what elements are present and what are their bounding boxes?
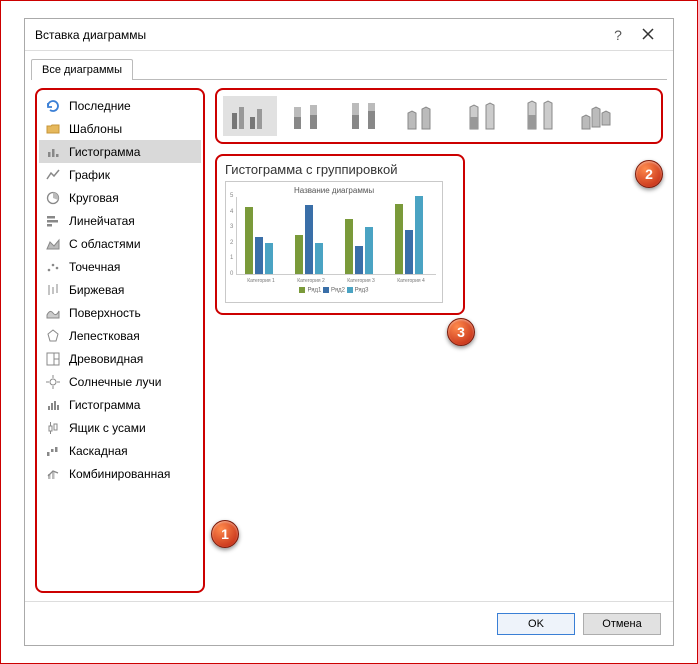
callout-1: 1 — [211, 520, 239, 548]
subtype-100stacked-column[interactable] — [339, 96, 393, 136]
category-label: Солнечные лучи — [69, 375, 161, 389]
insert-chart-dialog: Вставка диаграммы ? Все диаграммы Послед… — [24, 18, 674, 646]
surface-chart-icon — [45, 305, 61, 321]
category-line[interactable]: График — [39, 163, 201, 186]
subtype-3d-clustered-column[interactable] — [397, 96, 451, 136]
category-label: График — [69, 168, 110, 182]
category-label: С областями — [69, 237, 141, 251]
help-button[interactable]: ? — [603, 27, 633, 43]
subtype-3d-100stacked-column[interactable] — [513, 96, 567, 136]
category-label: Комбинированная — [69, 467, 170, 481]
ok-button[interactable]: OK — [497, 613, 575, 635]
chart-plot-area: 012345Категория 1Категория 2Категория 3К… — [236, 197, 436, 275]
area-chart-icon — [45, 236, 61, 252]
chart-preview[interactable]: Название диаграммы 012345Категория 1Кате… — [225, 181, 443, 303]
category-label: Ящик с усами — [69, 421, 146, 435]
category-label: Гистограмма — [69, 398, 140, 412]
category-surface[interactable]: Поверхность — [39, 301, 201, 324]
category-histogram[interactable]: Гистограмма — [39, 140, 201, 163]
category-stock[interactable]: Биржевая — [39, 278, 201, 301]
radar-chart-icon — [45, 328, 61, 344]
recent-icon — [45, 98, 61, 114]
category-area[interactable]: С областями — [39, 232, 201, 255]
cancel-button[interactable]: Отмена — [583, 613, 661, 635]
scatter-chart-icon — [45, 259, 61, 275]
tab-all-charts[interactable]: Все диаграммы — [31, 59, 133, 80]
category-waterfall[interactable]: Каскадная — [39, 439, 201, 462]
subtype-clustered-column[interactable] — [223, 96, 277, 136]
category-pie[interactable]: Круговая — [39, 186, 201, 209]
column-chart-icon — [45, 144, 61, 160]
category-label: Точечная — [69, 260, 120, 274]
boxwhisker-chart-icon — [45, 420, 61, 436]
dialog-title: Вставка диаграммы — [35, 28, 603, 42]
tab-row: Все диаграммы — [25, 51, 673, 79]
category-label: Шаблоны — [69, 122, 122, 136]
category-list: Последние Шаблоны Гистограмма График — [35, 88, 205, 593]
waterfall-chart-icon — [45, 443, 61, 459]
preview-heading: Гистограмма с группировкой — [225, 162, 455, 177]
callout-2: 2 — [635, 160, 663, 188]
subtype-row — [215, 88, 663, 144]
category-treemap[interactable]: Древовидная — [39, 347, 201, 370]
preview-area: Гистограмма с группировкой Название диаг… — [215, 154, 465, 315]
subtype-3d-column[interactable] — [571, 96, 625, 136]
histogram-icon — [45, 397, 61, 413]
combo-chart-icon — [45, 466, 61, 482]
pie-chart-icon — [45, 190, 61, 206]
category-label: Гистограмма — [69, 145, 140, 159]
sunburst-chart-icon — [45, 374, 61, 390]
category-sunburst[interactable]: Солнечные лучи — [39, 370, 201, 393]
category-templates[interactable]: Шаблоны — [39, 117, 201, 140]
chart-title: Название диаграммы — [232, 186, 436, 195]
category-label: Поверхность — [69, 306, 141, 320]
treemap-chart-icon — [45, 351, 61, 367]
category-bar[interactable]: Линейчатая — [39, 209, 201, 232]
category-label: Каскадная — [69, 444, 128, 458]
category-label: Последние — [69, 99, 131, 113]
category-scatter[interactable]: Точечная — [39, 255, 201, 278]
category-combo[interactable]: Комбинированная — [39, 462, 201, 485]
category-label: Древовидная — [69, 352, 143, 366]
line-chart-icon — [45, 167, 61, 183]
subtype-stacked-column[interactable] — [281, 96, 335, 136]
category-radar[interactable]: Лепестковая — [39, 324, 201, 347]
folder-icon — [45, 121, 61, 137]
category-label: Лепестковая — [69, 329, 140, 343]
callout-3: 3 — [447, 318, 475, 346]
chart-legend: Ряд1 Ряд2 Ряд3 — [232, 287, 436, 294]
stock-chart-icon — [45, 282, 61, 298]
category-boxwhisker[interactable]: Ящик с усами — [39, 416, 201, 439]
subtype-3d-stacked-column[interactable] — [455, 96, 509, 136]
category-recent[interactable]: Последние — [39, 94, 201, 117]
bar-chart-icon — [45, 213, 61, 229]
category-histogram2[interactable]: Гистограмма — [39, 393, 201, 416]
category-label: Биржевая — [69, 283, 124, 297]
close-icon — [642, 28, 654, 40]
close-button[interactable] — [633, 27, 663, 43]
titlebar: Вставка диаграммы ? — [25, 19, 673, 51]
category-label: Линейчатая — [69, 214, 135, 228]
category-label: Круговая — [69, 191, 119, 205]
dialog-footer: OK Отмена — [25, 601, 673, 645]
